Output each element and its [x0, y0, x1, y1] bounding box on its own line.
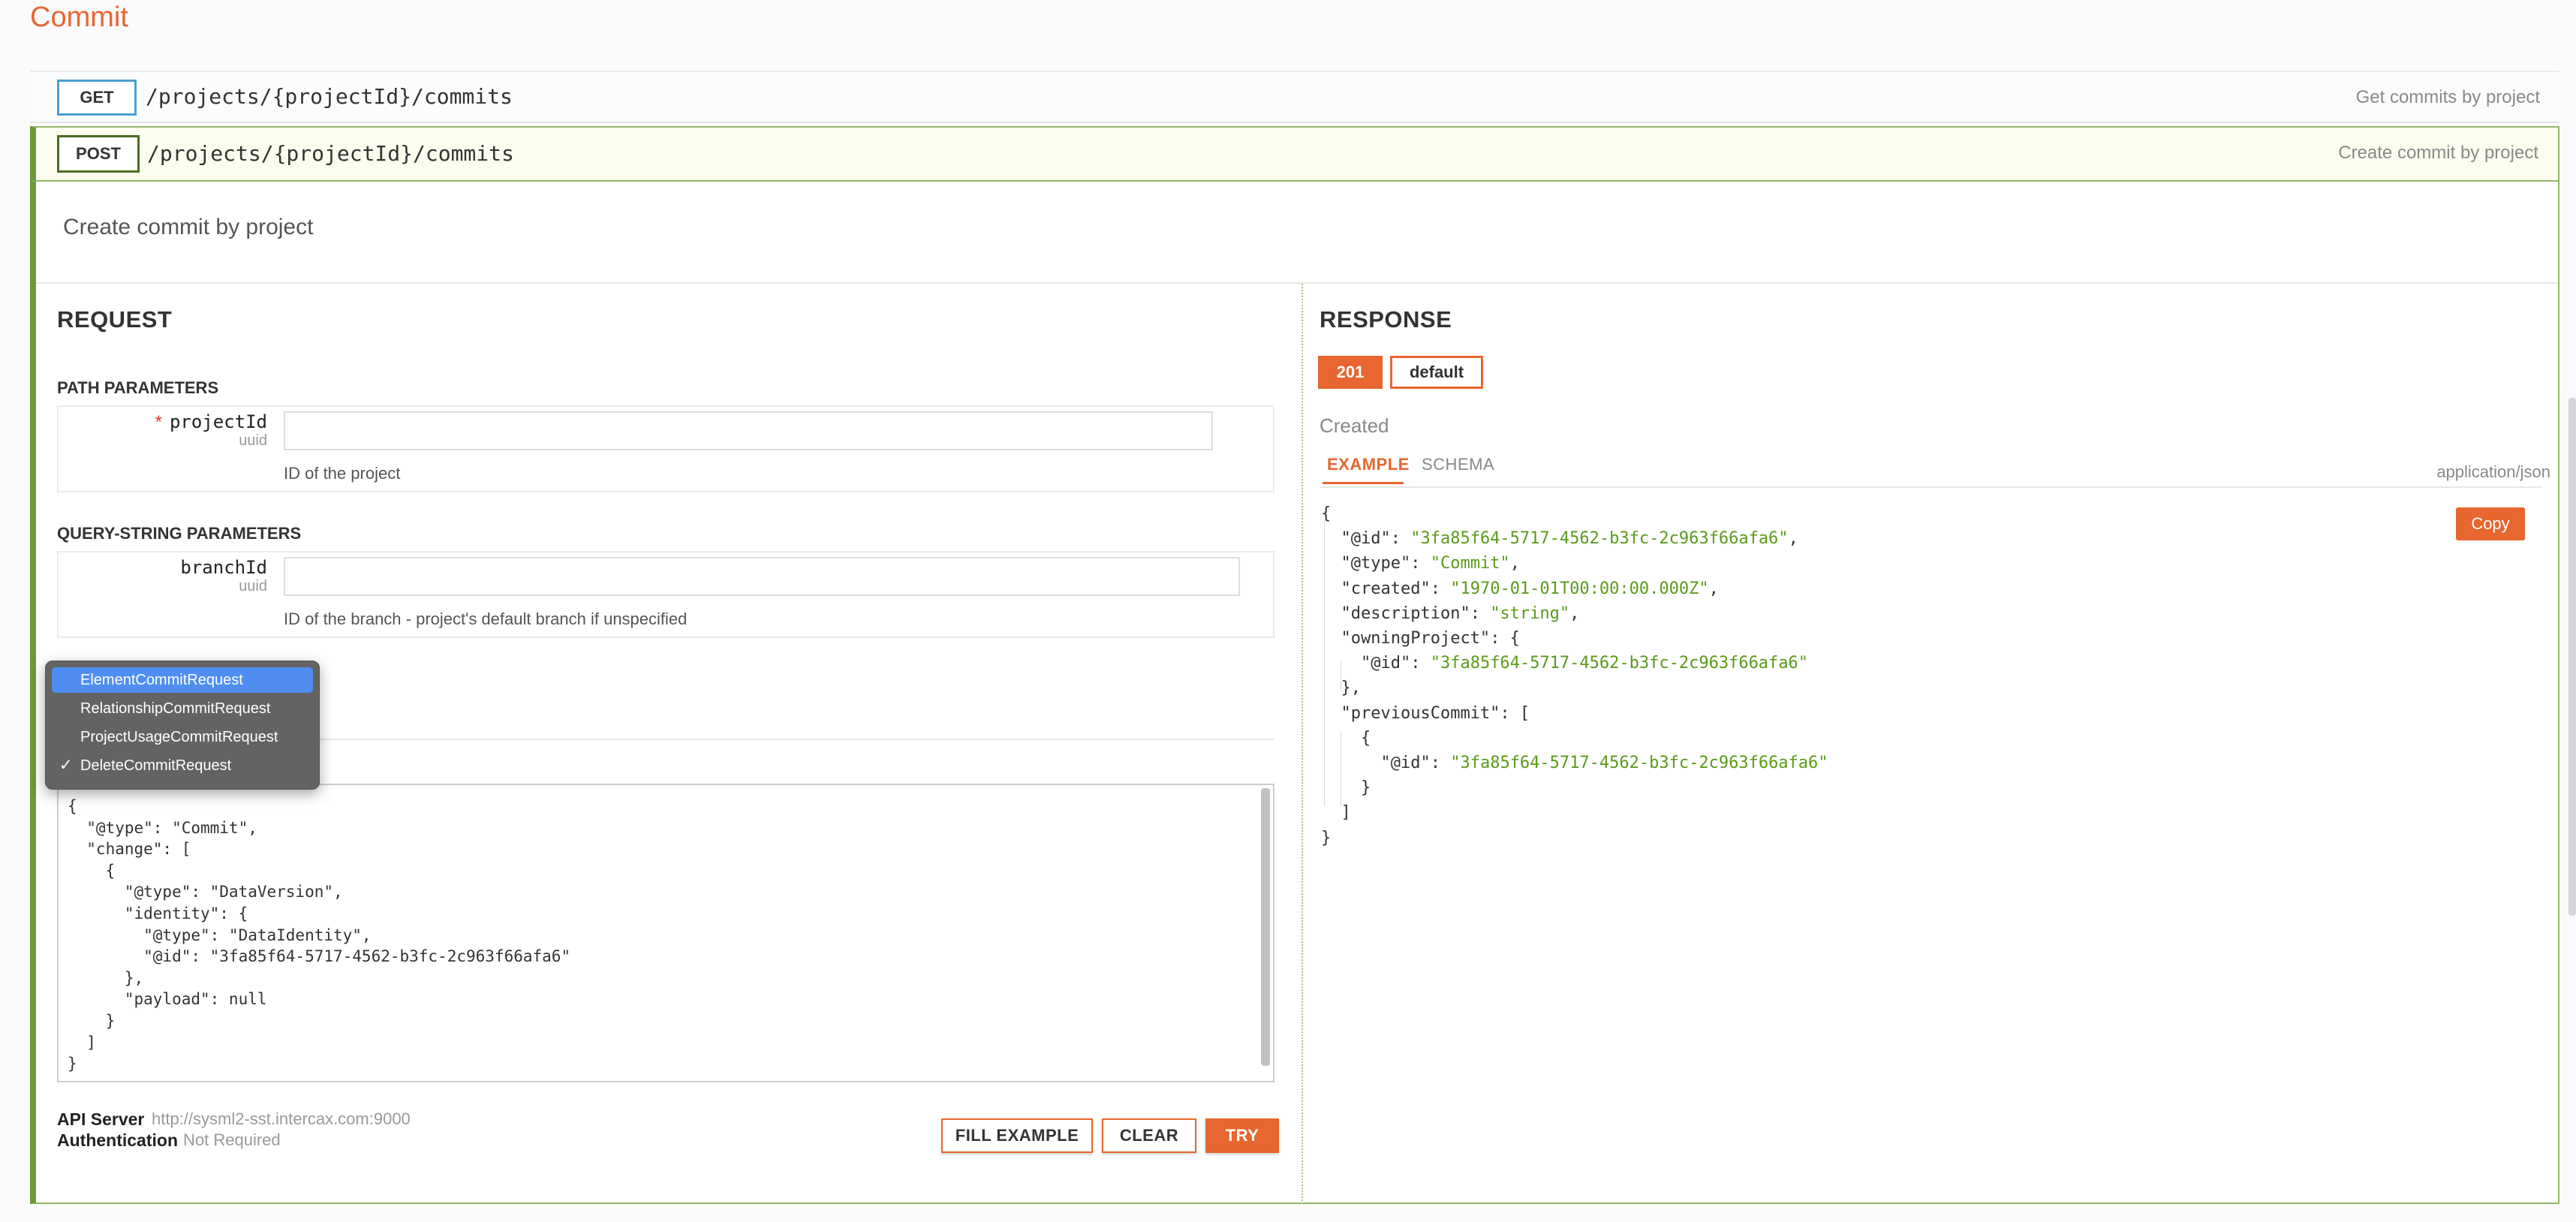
- query-parameters-box: branchId uuid ID of the branch - project…: [57, 551, 1274, 638]
- json-key: "created": [1341, 579, 1431, 598]
- dropdown-option-relationship-commit[interactable]: RelationshipCommitRequest: [52, 696, 313, 721]
- json-key: "previousCommit": [1341, 703, 1500, 723]
- required-marker: *: [155, 412, 162, 432]
- request-heading: REQUEST: [57, 306, 173, 333]
- status-code-default-button[interactable]: default: [1390, 356, 1483, 389]
- fill-example-button[interactable]: FILL EXAMPLE: [941, 1118, 1093, 1153]
- json-value: "Commit": [1430, 554, 1510, 573]
- response-example-json: { "@id": "3fa85f64-5717-4562-b3fc-2c963f…: [1321, 504, 1828, 847]
- branchid-input[interactable]: [284, 557, 1240, 596]
- operation-description: Create commit by project: [63, 215, 314, 239]
- json-value: "3fa85f64-5717-4562-b3fc-2c963f66afa6": [1410, 529, 1789, 549]
- authentication-label: Authentication: [57, 1130, 178, 1150]
- json-key: "@id": [1380, 754, 1431, 773]
- divider: [36, 282, 2558, 284]
- operation-details-panel: Create commit by project REQUEST PATH PA…: [30, 182, 2559, 1204]
- editor-scrollbar[interactable]: [1261, 788, 1270, 1066]
- content-type-label: application/json: [2436, 462, 2550, 481]
- try-button[interactable]: TRY: [1205, 1118, 1279, 1153]
- dropdown-option-project-usage-commit[interactable]: ProjectUsageCommitRequest: [52, 724, 313, 750]
- get-commits-operation[interactable]: GET /projects/{projectId}/commits Get co…: [30, 72, 2559, 123]
- path-parameters-box: * projectId uuid ID of the project: [57, 405, 1274, 492]
- post-commits-operation[interactable]: POST /projects/{projectId}/commits Creat…: [30, 126, 2559, 182]
- query-parameters-heading: QUERY-STRING PARAMETERS: [57, 524, 302, 543]
- response-status-description: Created: [1320, 414, 1389, 437]
- param-name-branchid: branchId: [180, 557, 267, 578]
- param-desc-projectid: ID of the project: [284, 464, 401, 483]
- path-parameters-heading: PATH PARAMETERS: [57, 378, 219, 397]
- param-type-projectid: uuid: [239, 432, 267, 449]
- post-operation-path: /projects/{projectId}/commits: [147, 141, 514, 166]
- authentication-value: Not Required: [183, 1130, 281, 1149]
- status-code-201-button[interactable]: 201: [1318, 356, 1383, 389]
- json-value: "string": [1490, 603, 1570, 623]
- column-divider: [1302, 284, 1303, 1204]
- param-type-branchid: uuid: [239, 578, 267, 594]
- active-tab-indicator: [1323, 482, 1404, 484]
- get-operation-summary: Get commits by project: [2355, 87, 2540, 107]
- json-value: "3fa85f64-5717-4562-b3fc-2c963f66afa6": [1450, 754, 1828, 773]
- projectid-input[interactable]: [284, 411, 1213, 450]
- clear-button[interactable]: CLEAR: [1102, 1118, 1196, 1153]
- json-value: "1970-01-01T00:00:00.000Z": [1450, 579, 1709, 598]
- param-name-projectid: * projectId: [155, 411, 267, 432]
- response-heading: RESPONSE: [1320, 306, 1452, 333]
- json-value: "3fa85f64-5717-4562-b3fc-2c963f66afa6": [1430, 654, 1809, 673]
- post-operation-summary: Create commit by project: [2338, 143, 2538, 163]
- json-key: "@id": [1341, 529, 1391, 549]
- get-method-badge: GET: [57, 80, 137, 116]
- json-key: "@id": [1360, 654, 1411, 673]
- get-operation-path: /projects/{projectId}/commits: [146, 84, 513, 109]
- page-scrollbar[interactable]: [2568, 398, 2576, 916]
- copy-button[interactable]: Copy: [2456, 507, 2525, 540]
- request-body-text[interactable]: { "@type": "Commit", "change": [ { "@typ…: [68, 796, 570, 1075]
- json-key: "owningProject": [1341, 629, 1491, 649]
- divider: [1320, 486, 2541, 488]
- param-desc-branchid: ID of the branch - project's default bra…: [284, 609, 688, 628]
- body-type-dropdown-menu[interactable]: ElementCommitRequest RelationshipCommitR…: [45, 661, 320, 790]
- section-title: Commit: [30, 2, 128, 33]
- checkmark-icon: ✓: [59, 757, 73, 774]
- post-method-badge: POST: [57, 135, 140, 173]
- dropdown-option-delete-commit[interactable]: ✓ DeleteCommitRequest: [52, 753, 313, 778]
- tab-schema[interactable]: SCHEMA: [1422, 455, 1494, 474]
- dropdown-option-label: DeleteCommitRequest: [80, 757, 232, 774]
- api-server-value: http://sysml2-sst.intercax.com:9000: [152, 1109, 411, 1128]
- api-server-label: API Server: [57, 1109, 145, 1129]
- tab-example[interactable]: EXAMPLE: [1327, 455, 1410, 474]
- json-key: "@type": [1341, 554, 1411, 573]
- dropdown-option-element-commit[interactable]: ElementCommitRequest: [52, 667, 313, 693]
- request-body-editor[interactable]: { "@type": "Commit", "change": [ { "@typ…: [57, 784, 1274, 1082]
- json-key: "description": [1341, 603, 1470, 623]
